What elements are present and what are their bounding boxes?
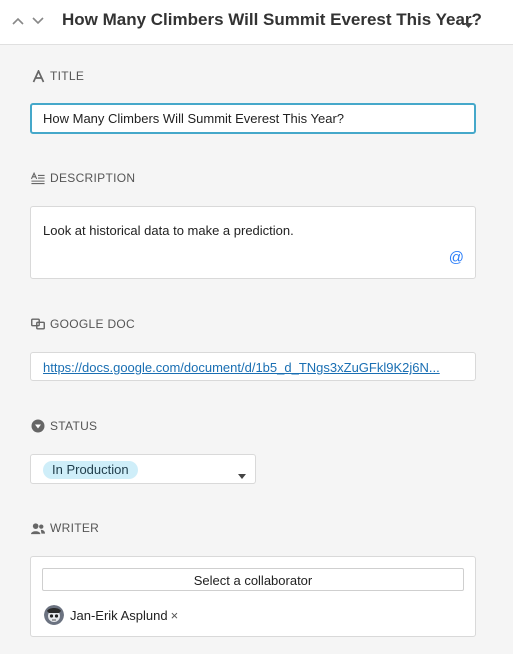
- select-collaborator-button[interactable]: Select a collaborator: [42, 568, 464, 591]
- writer-field-label: WRITER: [31, 520, 99, 536]
- writer-field: Select a collaborator Jan-Erik Asplund ×: [30, 556, 476, 637]
- collaborator-name: Jan-Erik Asplund: [70, 607, 168, 623]
- record-menu-caret-icon[interactable]: [464, 16, 473, 34]
- status-field-label: STATUS: [31, 418, 97, 434]
- google-doc-link[interactable]: https://docs.google.com/document/d/1b5_d…: [43, 360, 463, 375]
- description-label-text: DESCRIPTION: [50, 171, 136, 185]
- collaborator-chip: Jan-Erik Asplund ×: [44, 604, 178, 626]
- previous-record-icon[interactable]: [11, 14, 25, 28]
- writer-label-text: WRITER: [50, 521, 100, 535]
- google-doc-label-text: GOOGLE DOC: [50, 317, 136, 331]
- status-select[interactable]: In Production: [30, 454, 256, 484]
- chevron-down-icon: [238, 466, 246, 484]
- record-header: How Many Climbers Will Summit Everest Th…: [0, 0, 513, 45]
- text-a-icon: [31, 69, 45, 83]
- next-record-icon[interactable]: [31, 14, 45, 28]
- google-doc-icon: [31, 317, 45, 331]
- description-textarea[interactable]: Look at historical data to make a predic…: [30, 206, 476, 279]
- title-field-label: TITLE: [31, 68, 84, 84]
- description-text: Look at historical data to make a predic…: [43, 223, 294, 238]
- title-label-text: TITLE: [50, 69, 85, 83]
- google-doc-field-label: GOOGLE DOC: [31, 316, 135, 332]
- paragraph-lines-icon: [31, 171, 45, 185]
- collaborator-icon: [31, 521, 45, 535]
- remove-collaborator-icon[interactable]: ×: [171, 608, 179, 623]
- mention-icon[interactable]: @: [449, 249, 464, 266]
- avatar: [44, 605, 64, 625]
- status-caret-circle-icon: [31, 419, 45, 433]
- title-input[interactable]: [30, 103, 476, 134]
- status-badge: In Production: [43, 461, 138, 479]
- google-doc-field[interactable]: https://docs.google.com/document/d/1b5_d…: [30, 352, 476, 381]
- status-label-text: STATUS: [50, 419, 98, 433]
- record-title: How Many Climbers Will Summit Everest Th…: [62, 10, 482, 29]
- description-field-label: DESCRIPTION: [31, 170, 135, 186]
